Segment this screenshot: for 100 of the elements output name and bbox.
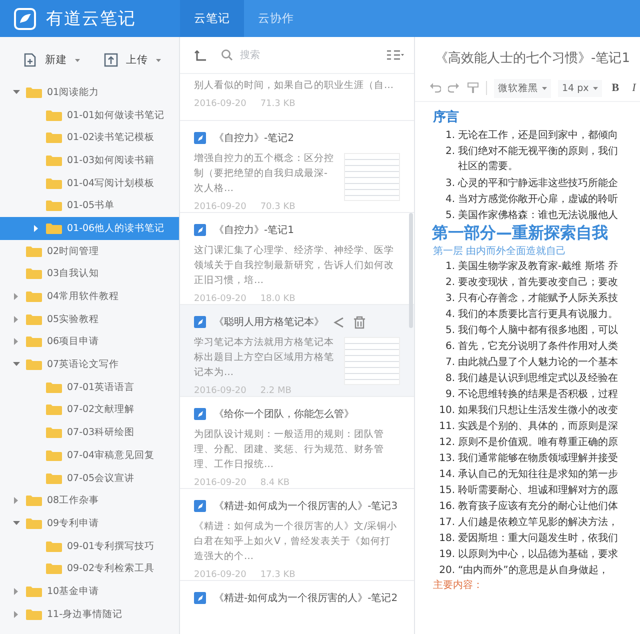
new-button[interactable]: 新建 — [22, 51, 81, 69]
folder-icon — [46, 199, 62, 212]
folder-item[interactable]: 07英语论文写作 — [0, 353, 179, 376]
folder-item[interactable]: 01-02读书笔记模板 — [0, 126, 179, 150]
note-card[interactable]: 《聪明人用方格笔记本》 学习笔记本方法就用方格笔记本标出题目上方空白区域用方格笔记本为… 2016-09-20 2.2 MB — [180, 305, 414, 397]
note-title: 《自控力》-笔记1 — [214, 224, 294, 237]
tab[interactable]: 云笔记 — [180, 0, 244, 37]
note-snippet: 这门课汇集了心理学、经济学、神经学、医学领域关于自我控制最新研究，告诉人们如何改正旧习惯，培… — [194, 244, 395, 288]
note-date: 2016-09-20 — [194, 570, 246, 580]
note-icon — [194, 316, 206, 328]
item-number: 15. — [438, 484, 456, 496]
list-item-text: 要改变现状，首先要改变自己；要改 — [458, 276, 618, 289]
caret-icon — [592, 86, 598, 90]
folder-item[interactable]: 08工作杂事 — [0, 489, 179, 512]
folder-icon — [26, 358, 42, 372]
note-card[interactable]: 《给你一个团队，你能怎么管》 为团队设计规则：一般适用的规则：团队管理、分配、团建、奖惩、行为规范、财务管理、工作日报统… 2016-09-20 8.4 KB — [180, 397, 414, 489]
folder-icon — [46, 131, 62, 144]
folder-icon — [46, 176, 62, 190]
item-number: 12. — [438, 436, 456, 448]
list-item-text: 只有心存善念，才能赋予人际关系技 — [458, 292, 618, 305]
item-number: 7. — [444, 356, 456, 368]
upload-icon — [103, 52, 119, 68]
format-painter-icon[interactable] — [467, 82, 479, 94]
folder-icon — [46, 222, 62, 235]
note-snippet: 别人看似的时间，如果自己的职业生涯（自… — [194, 79, 394, 93]
folder-item[interactable]: 01-04写阅计划模板 — [0, 172, 179, 194]
note-card[interactable]: 《精进-如何成为一个很厉害的人》-笔记2 — [180, 581, 414, 634]
folder-icon — [26, 584, 42, 598]
item-number: 3. — [444, 292, 456, 304]
note-size: 2.2 MB — [260, 386, 292, 396]
folder-item[interactable]: 04常用软件教程 — [0, 285, 179, 308]
folder-icon — [46, 403, 62, 416]
item-number: 2. — [444, 276, 456, 288]
list-item-text: 爱因斯坦：重大问题发生时，依我们 — [458, 532, 618, 545]
item-number: 3. — [444, 178, 456, 188]
note-icon — [194, 592, 206, 604]
folder-item[interactable]: 01-05书单 — [0, 194, 179, 218]
folder-item[interactable]: 09专利申请 — [0, 512, 179, 535]
list-item-text: 美国作家佛格森：谁也无法说服他人 — [458, 208, 618, 222]
folder-item[interactable]: 11-身边事情随记 — [0, 602, 179, 626]
list-item-text: 无论在工作，还是回到家中，都倾向 — [458, 128, 618, 142]
folder-item[interactable]: 09-02专利检索工具 — [0, 557, 179, 580]
note-title: 《给你一个团队，你能怎么管》 — [214, 408, 354, 421]
folder-item[interactable]: 06项目申请 — [0, 330, 179, 354]
list-item-text: 当对方感觉你敞开心扉，虚诚的聆听 — [458, 192, 618, 206]
note-card[interactable]: 《精进-如何成为一个很厉害的人》-笔记3 《精进：如何成为一个很厉害的人》文/采铜小白君在知乎上如火V，曾经发表关于《如何打造强大的个… 2016-09-20 17.3 KB — [180, 489, 414, 581]
list-item-text: 承认自己的无知往往是求知的第一步 — [458, 468, 618, 481]
search-field[interactable]: 搜索 — [238, 48, 342, 62]
folder-item[interactable]: 05实验教程 — [0, 308, 179, 331]
list-item-text: 我们越是认识到思维定式以及经验在 — [458, 372, 618, 385]
search-icon — [221, 49, 233, 61]
part-heading: 第一部分—重新探索自我 — [432, 223, 609, 244]
note-card[interactable]: 《自控力》-笔记2 增强自控力的五个概念：区分控制（要把绝望的自我归成最深-次人格… 2016-09-20 70.3 KB — [180, 121, 414, 213]
italic-button[interactable]: I — [629, 82, 639, 94]
item-number: 4. — [444, 308, 456, 320]
item-number: 17. — [438, 516, 456, 528]
folder-item[interactable]: 01-06他人的读书笔记 — [0, 217, 179, 240]
list-item-text: 我们的本质要比言行更具有说服力。 — [458, 308, 618, 321]
sort-icon[interactable] — [386, 49, 404, 61]
folder-icon — [26, 516, 42, 530]
folder-item[interactable]: 07-02文献理解 — [0, 398, 179, 422]
note-icon — [194, 132, 206, 144]
folder-item[interactable]: 01-01如何做读书笔记 — [0, 104, 179, 126]
note-date: 2016-09-20 — [194, 202, 246, 212]
list-item-text: 人们越是依赖立竿见影的解决方法， — [458, 516, 618, 529]
folder-item[interactable]: 07-03科研绘图 — [0, 421, 179, 444]
font-dropdown[interactable]: 微软雅黑 — [494, 78, 551, 98]
list-item-text: 我们通常能够在物质领域理解并接受 — [458, 452, 618, 465]
folder-item[interactable]: 07-01英语语言 — [0, 376, 179, 399]
share-icon[interactable] — [332, 316, 345, 328]
list-item-text: 以原则为中心，以品德为基础，要求 — [458, 548, 618, 561]
font-size-dropdown[interactable]: 14 px — [558, 80, 602, 96]
folder-item[interactable]: 07-05会议宣讲 — [0, 466, 179, 490]
trash-icon[interactable] — [353, 316, 366, 328]
caret-icon — [74, 58, 81, 62]
bold-button[interactable]: B — [608, 82, 622, 94]
note-snippet: 增强自控力的五个概念：区分控制（要把绝望的自我归成最深-次人格… — [194, 152, 335, 196]
list-item-text: 首先，它充分说明了条件作用对人类 — [458, 340, 618, 353]
folder-icon — [26, 290, 42, 304]
note-size: 18.0 KB — [260, 294, 296, 304]
list-item-text: 原则不是价值观。唯有尊重正确的原 — [458, 436, 618, 449]
item-number: 5. — [444, 210, 456, 220]
note-card[interactable]: 别人看似的时间，如果自己的职业生涯（自… 2016-09-20 71.3 KB — [180, 74, 414, 121]
folder-item[interactable]: 02时间管理 — [0, 240, 179, 262]
folder-item[interactable]: 03自我认知 — [0, 262, 179, 286]
folder-item[interactable]: 09-01专利撰写技巧 — [0, 534, 179, 558]
note-size: 70.3 KB — [260, 202, 296, 212]
item-number: 18. — [438, 532, 456, 544]
note-title[interactable]: 《高效能人士的七个习惯》-笔记1 — [415, 37, 640, 75]
folder-item[interactable]: 07-04审稿意见回复 — [0, 444, 179, 467]
note-snippet: 学习笔记本方法就用方格笔记本标出题目上方空白区域用方格笔记本为… — [194, 336, 335, 380]
list-item-text: 不论思维转换的结果是否积极，过程 — [458, 388, 618, 401]
folder-item[interactable]: 10基金申请 — [0, 580, 179, 603]
back-icon[interactable] — [194, 48, 207, 62]
undo-icon[interactable] — [429, 82, 441, 94]
folder-item[interactable]: 01阅读能力 — [0, 81, 179, 104]
upload-button[interactable]: 上传 — [103, 51, 162, 69]
redo-icon[interactable] — [448, 82, 460, 94]
folder-icon — [46, 540, 62, 553]
folder-item[interactable]: 01-03如何阅读书籍 — [0, 149, 179, 172]
